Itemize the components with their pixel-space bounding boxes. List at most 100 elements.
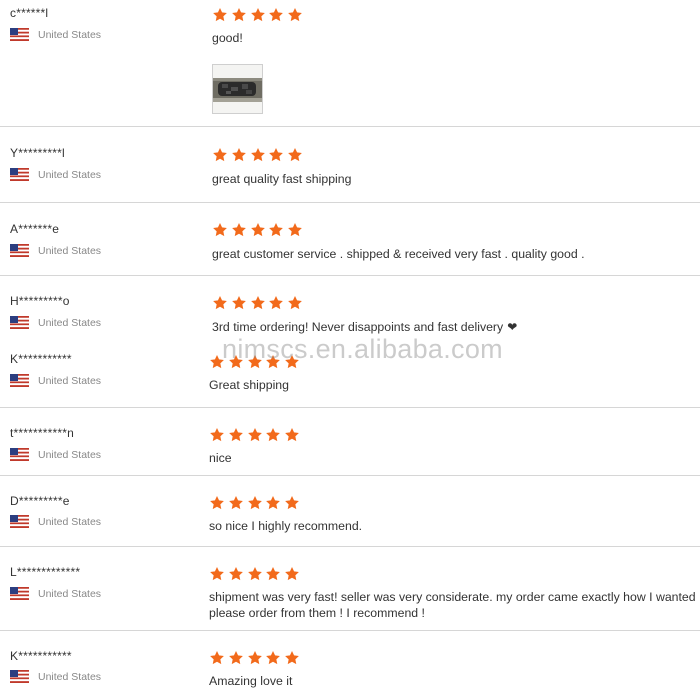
country-label: United States — [38, 28, 102, 41]
us-flag-icon — [10, 168, 29, 181]
country-label: United States — [38, 670, 102, 683]
star-icon — [266, 496, 281, 510]
star-icon — [210, 496, 224, 510]
star-icon — [266, 428, 281, 442]
us-flag-icon — [10, 28, 29, 41]
star-icon — [247, 567, 262, 581]
star-icon — [288, 148, 303, 162]
star-icon — [247, 496, 262, 510]
reviewer-country: United States — [10, 28, 101, 41]
reviewer-country: United States — [10, 515, 101, 528]
star-rating — [212, 295, 306, 311]
reviewer-name: L************* — [10, 565, 81, 579]
star-icon — [288, 296, 303, 310]
divider — [0, 630, 700, 631]
reviewer-country: United States — [10, 244, 101, 257]
star-icon — [231, 8, 246, 22]
star-icon — [269, 148, 284, 162]
star-rating — [212, 7, 306, 23]
divider — [0, 475, 700, 476]
star-icon — [213, 296, 227, 310]
reviewer-name: Y*********l — [10, 146, 65, 160]
star-icon — [228, 651, 243, 665]
reviewer-name: D*********e — [10, 494, 70, 508]
divider — [0, 546, 700, 547]
star-icon — [250, 296, 265, 310]
star-icon — [266, 567, 281, 581]
reviewer-name: K*********** — [10, 649, 72, 663]
reviewer-country: United States — [10, 374, 101, 387]
watermark: nimscs.en.alibaba.com — [222, 334, 503, 364]
star-icon — [231, 223, 246, 237]
reviewer-country: United States — [10, 587, 101, 600]
country-label: United States — [38, 168, 102, 181]
review-text: so nice I highly recommend. — [209, 519, 363, 533]
star-icon — [285, 496, 300, 510]
star-icon — [213, 223, 227, 237]
star-icon — [213, 8, 227, 22]
reviewer-name: t***********n — [10, 426, 74, 440]
review-text: Amazing love it — [209, 674, 293, 688]
star-icon — [285, 651, 300, 665]
star-rating — [209, 495, 303, 511]
star-rating — [212, 222, 306, 238]
divider — [0, 126, 700, 127]
star-icon — [210, 428, 224, 442]
star-icon — [247, 651, 262, 665]
star-icon — [250, 148, 265, 162]
heart-icon: ❤ — [507, 320, 518, 334]
reviewer-country: United States — [10, 168, 101, 181]
country-label: United States — [38, 448, 102, 461]
star-rating — [212, 147, 306, 163]
review-text: 3rd time ordering! Never disappoints and… — [212, 320, 504, 334]
reviewer-country: United States — [10, 316, 101, 329]
country-label: United States — [38, 244, 102, 257]
review-text: good! — [212, 31, 243, 45]
divider — [0, 407, 700, 408]
star-icon — [269, 8, 284, 22]
country-label: United States — [38, 587, 102, 600]
star-icon — [231, 296, 246, 310]
star-rating — [209, 650, 303, 666]
reviewer-country: United States — [10, 448, 101, 461]
star-icon — [247, 428, 262, 442]
star-icon — [228, 496, 243, 510]
product-photo-image — [213, 65, 262, 113]
reviewer-name: K*********** — [10, 352, 72, 366]
reviewer-name: A*******e — [10, 222, 60, 236]
star-icon — [288, 223, 303, 237]
star-rating — [209, 427, 303, 443]
country-label: United States — [38, 515, 102, 528]
us-flag-icon — [10, 515, 29, 528]
review-text: Great shipping — [209, 378, 289, 392]
star-icon — [210, 567, 224, 581]
us-flag-icon — [10, 670, 29, 683]
star-icon — [250, 8, 265, 22]
review-photo-thumbnail[interactable] — [212, 64, 263, 114]
review-text: great quality fast shipping — [212, 172, 352, 186]
star-icon — [266, 651, 281, 665]
reviewer-country: United States — [10, 670, 101, 683]
country-label: United States — [38, 374, 102, 387]
us-flag-icon — [10, 374, 29, 387]
star-rating — [209, 566, 303, 582]
us-flag-icon — [10, 448, 29, 461]
star-icon — [269, 223, 284, 237]
star-icon — [285, 428, 300, 442]
country-label: United States — [38, 316, 102, 329]
star-icon — [269, 296, 284, 310]
star-icon — [231, 148, 246, 162]
divider — [0, 202, 700, 203]
star-icon — [213, 148, 227, 162]
star-icon — [228, 428, 243, 442]
reviewer-name: c******l — [10, 6, 49, 20]
review-text: shipment was very fast! seller was very … — [209, 590, 700, 604]
star-icon — [210, 651, 224, 665]
star-icon — [250, 223, 265, 237]
us-flag-icon — [10, 244, 29, 257]
us-flag-icon — [10, 316, 29, 329]
star-icon — [288, 8, 303, 22]
review-text-container: 3rd time ordering! Never disappoints and… — [212, 319, 517, 335]
star-icon — [285, 567, 300, 581]
review-text-line-2: please order from them ! I recommend ! — [209, 606, 425, 620]
